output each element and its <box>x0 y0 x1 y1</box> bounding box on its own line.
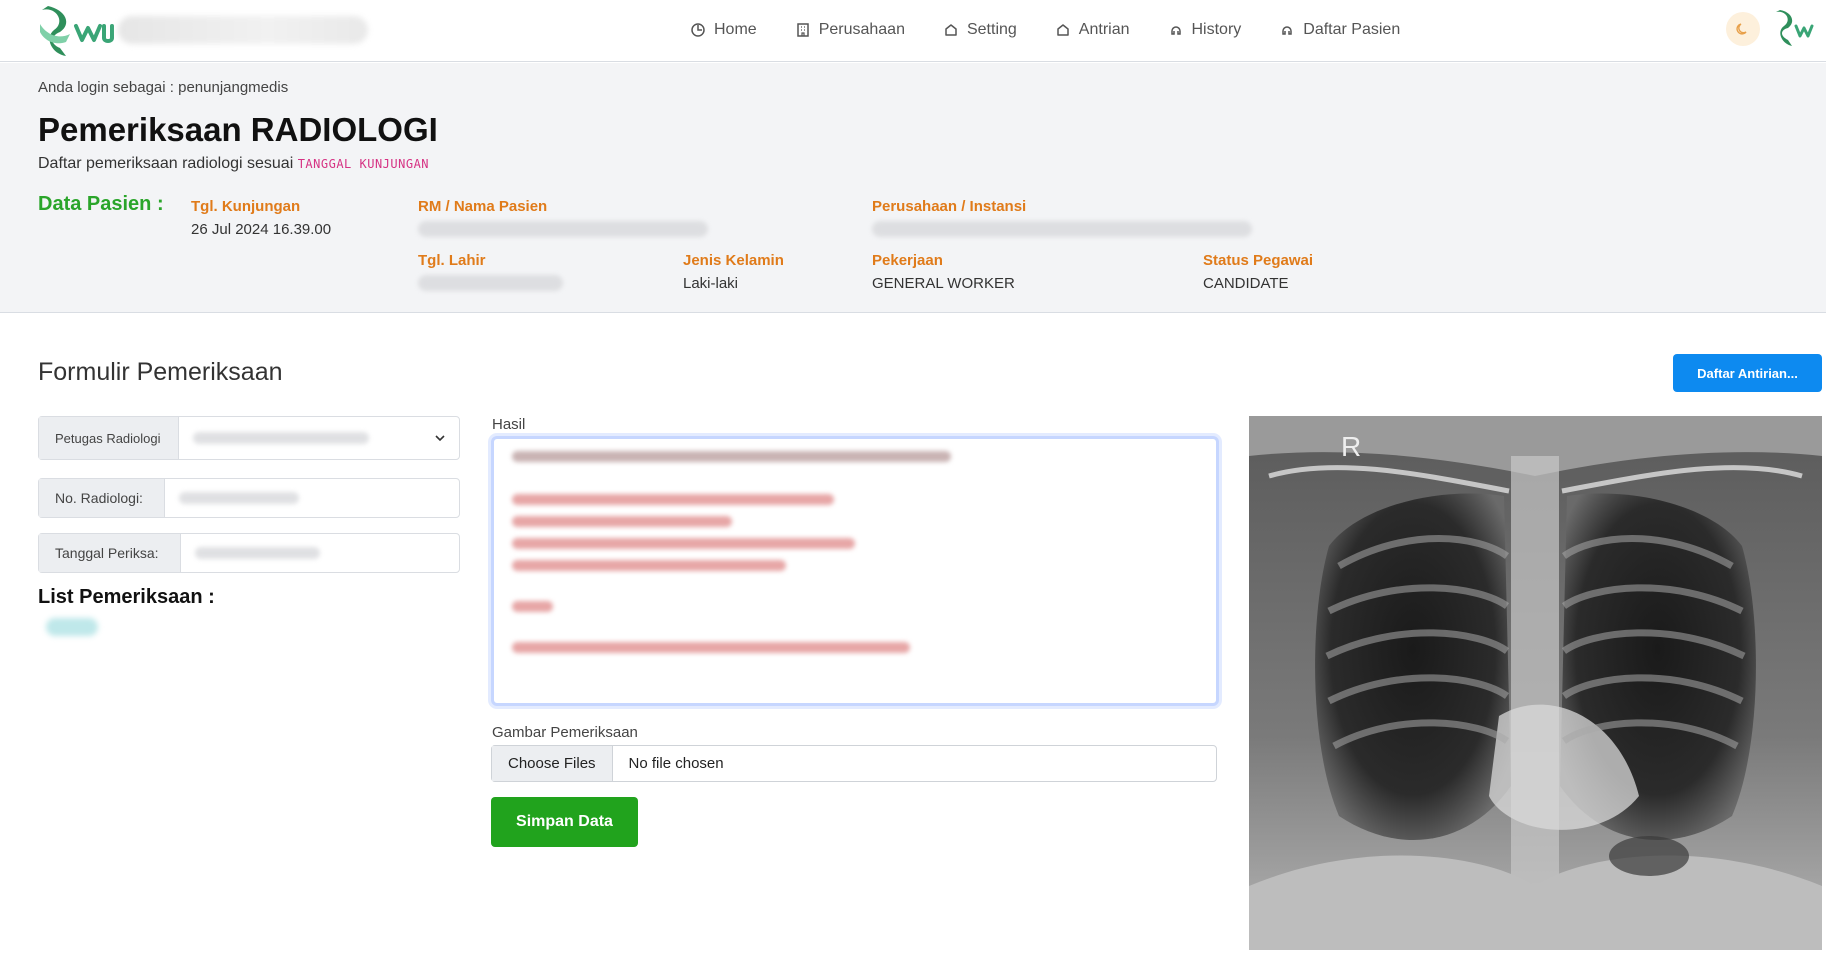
data-pasien-label: Data Pasien : <box>38 193 164 215</box>
nav-daftar-pasien-label: Daftar Pasien <box>1303 21 1401 38</box>
moon-icon <box>1736 23 1747 35</box>
no-radiologi-label: No. Radiologi: <box>39 479 165 517</box>
simpan-data-button[interactable]: Simpan Data <box>491 797 638 847</box>
home-icon <box>691 23 705 37</box>
field-tgl-lahir: Tgl. Lahir <box>418 252 563 291</box>
no-radiologi-value-redacted <box>179 492 299 504</box>
petugas-radiologi-value-redacted <box>193 432 370 444</box>
nav-antrian[interactable]: Antrian <box>1055 18 1130 42</box>
queue-icon <box>1057 24 1069 36</box>
no-radiologi-input[interactable] <box>165 479 459 517</box>
perusahaan-label: Perusahaan / Instansi <box>872 198 1027 215</box>
no-radiologi-group: No. Radiologi: <box>38 478 460 518</box>
pekerjaan-value: GENERAL WORKER <box>872 275 1015 292</box>
hasil-line-redacted <box>512 516 732 527</box>
perusahaan-value-redacted <box>872 221 1252 237</box>
form-title: Formulir Pemeriksaan <box>38 358 283 386</box>
status-pegawai-value: CANDIDATE <box>1203 275 1289 292</box>
xray-image: R <box>1249 416 1822 950</box>
setting-icon <box>945 24 957 36</box>
hasil-line-redacted <box>512 560 787 571</box>
building-icon <box>796 23 809 37</box>
xray-side-marker: R <box>1341 431 1361 462</box>
nav-home-label: Home <box>714 21 757 38</box>
user-avatar[interactable] <box>1770 6 1818 54</box>
daftar-antrian-button[interactable]: Daftar Antirian... <box>1673 354 1822 392</box>
tgl-lahir-label: Tgl. Lahir <box>418 252 486 269</box>
gambar-pemeriksaan-label: Gambar Pemeriksaan <box>492 724 638 741</box>
page-subtitle-text: Daftar pemeriksaan radiologi sesuai <box>38 155 294 172</box>
page-subtitle-code: TANGGAL KUNJUNGAN <box>297 157 430 171</box>
theme-toggle-button[interactable] <box>1726 12 1760 46</box>
hasil-line-redacted <box>512 538 855 549</box>
rm-nama-label: RM / Nama Pasien <box>418 198 548 215</box>
tgl-kunjungan-label: Tgl. Kunjungan <box>191 198 301 215</box>
field-rm-nama: RM / Nama Pasien <box>418 198 708 237</box>
status-pegawai-label: Status Pegawai <box>1203 252 1314 269</box>
patient-info-section: Anda login sebagai : penunjangmedis Peme… <box>0 63 1826 313</box>
nav-history[interactable]: History <box>1168 18 1242 42</box>
tanggal-periksa-input[interactable] <box>181 534 459 572</box>
tanggal-periksa-label: Tanggal Periksa: <box>39 534 181 572</box>
petugas-radiologi-group: Petugas Radiologi <box>38 416 460 460</box>
nav-perusahaan[interactable]: Perusahaan <box>795 18 905 42</box>
petugas-radiologi-select[interactable] <box>179 417 459 459</box>
hasil-textarea[interactable] <box>491 436 1219 706</box>
list-pemeriksaan-item-redacted[interactable] <box>46 618 98 636</box>
navbar: Home Perusahaan Setting Antrian History … <box>0 0 1826 62</box>
field-jenis-kelamin: Jenis Kelamin Laki-laki <box>683 252 784 292</box>
nav-history-label: History <box>1191 21 1242 38</box>
gambar-file-input[interactable]: Choose Files No file chosen <box>491 745 1217 782</box>
history-icon <box>1170 26 1181 35</box>
hasil-label: Hasil <box>492 416 526 433</box>
rm-nama-value-redacted <box>418 221 708 237</box>
field-perusahaan: Perusahaan / Instansi <box>872 198 1252 237</box>
nav-setting-label: Setting <box>966 21 1017 38</box>
nav-perusahaan-label: Perusahaan <box>818 21 905 38</box>
brand-name-redacted <box>118 16 368 44</box>
petugas-radiologi-label: Petugas Radiologi <box>39 417 179 459</box>
field-tgl-kunjungan: Tgl. Kunjungan 26 Jul 2024 16.39.00 <box>191 198 331 238</box>
field-pekerjaan: Pekerjaan GENERAL WORKER <box>872 252 1015 292</box>
hasil-line-redacted <box>512 642 910 653</box>
field-status-pegawai: Status Pegawai CANDIDATE <box>1203 252 1313 292</box>
tgl-lahir-value-redacted <box>418 275 563 291</box>
login-status: Anda login sebagai : penunjangmedis <box>38 79 289 96</box>
choose-files-button[interactable]: Choose Files <box>492 746 613 781</box>
tanggal-periksa-value-redacted <box>195 547 320 559</box>
tgl-kunjungan-value: 26 Jul 2024 16.39.00 <box>191 221 332 238</box>
file-status-text: No file chosen <box>628 755 724 772</box>
page-title: Pemeriksaan RADIOLOGI <box>38 111 438 148</box>
hasil-line-redacted <box>512 494 835 505</box>
jenis-kelamin-label: Jenis Kelamin <box>683 252 784 269</box>
tanggal-periksa-group: Tanggal Periksa: <box>38 533 460 573</box>
pekerjaan-label: Pekerjaan <box>872 252 943 269</box>
hasil-line-redacted <box>512 601 554 612</box>
page-subtitle: Daftar pemeriksaan radiologi sesuai TANG… <box>38 155 429 173</box>
nav-daftar-pasien[interactable]: Daftar Pasien <box>1279 18 1400 42</box>
patient-list-icon <box>1282 26 1293 35</box>
hasil-line-redacted <box>512 451 952 462</box>
chevron-down-icon <box>435 435 445 442</box>
jenis-kelamin-value: Laki-laki <box>683 275 739 292</box>
main-nav: Home Perusahaan Setting Antrian History … <box>690 18 1438 42</box>
list-pemeriksaan-title: List Pemeriksaan : <box>38 586 215 608</box>
nav-home[interactable]: Home <box>690 18 757 42</box>
nav-setting[interactable]: Setting <box>943 18 1017 42</box>
brand-logo[interactable] <box>36 4 116 60</box>
nav-antrian-label: Antrian <box>1078 21 1130 38</box>
